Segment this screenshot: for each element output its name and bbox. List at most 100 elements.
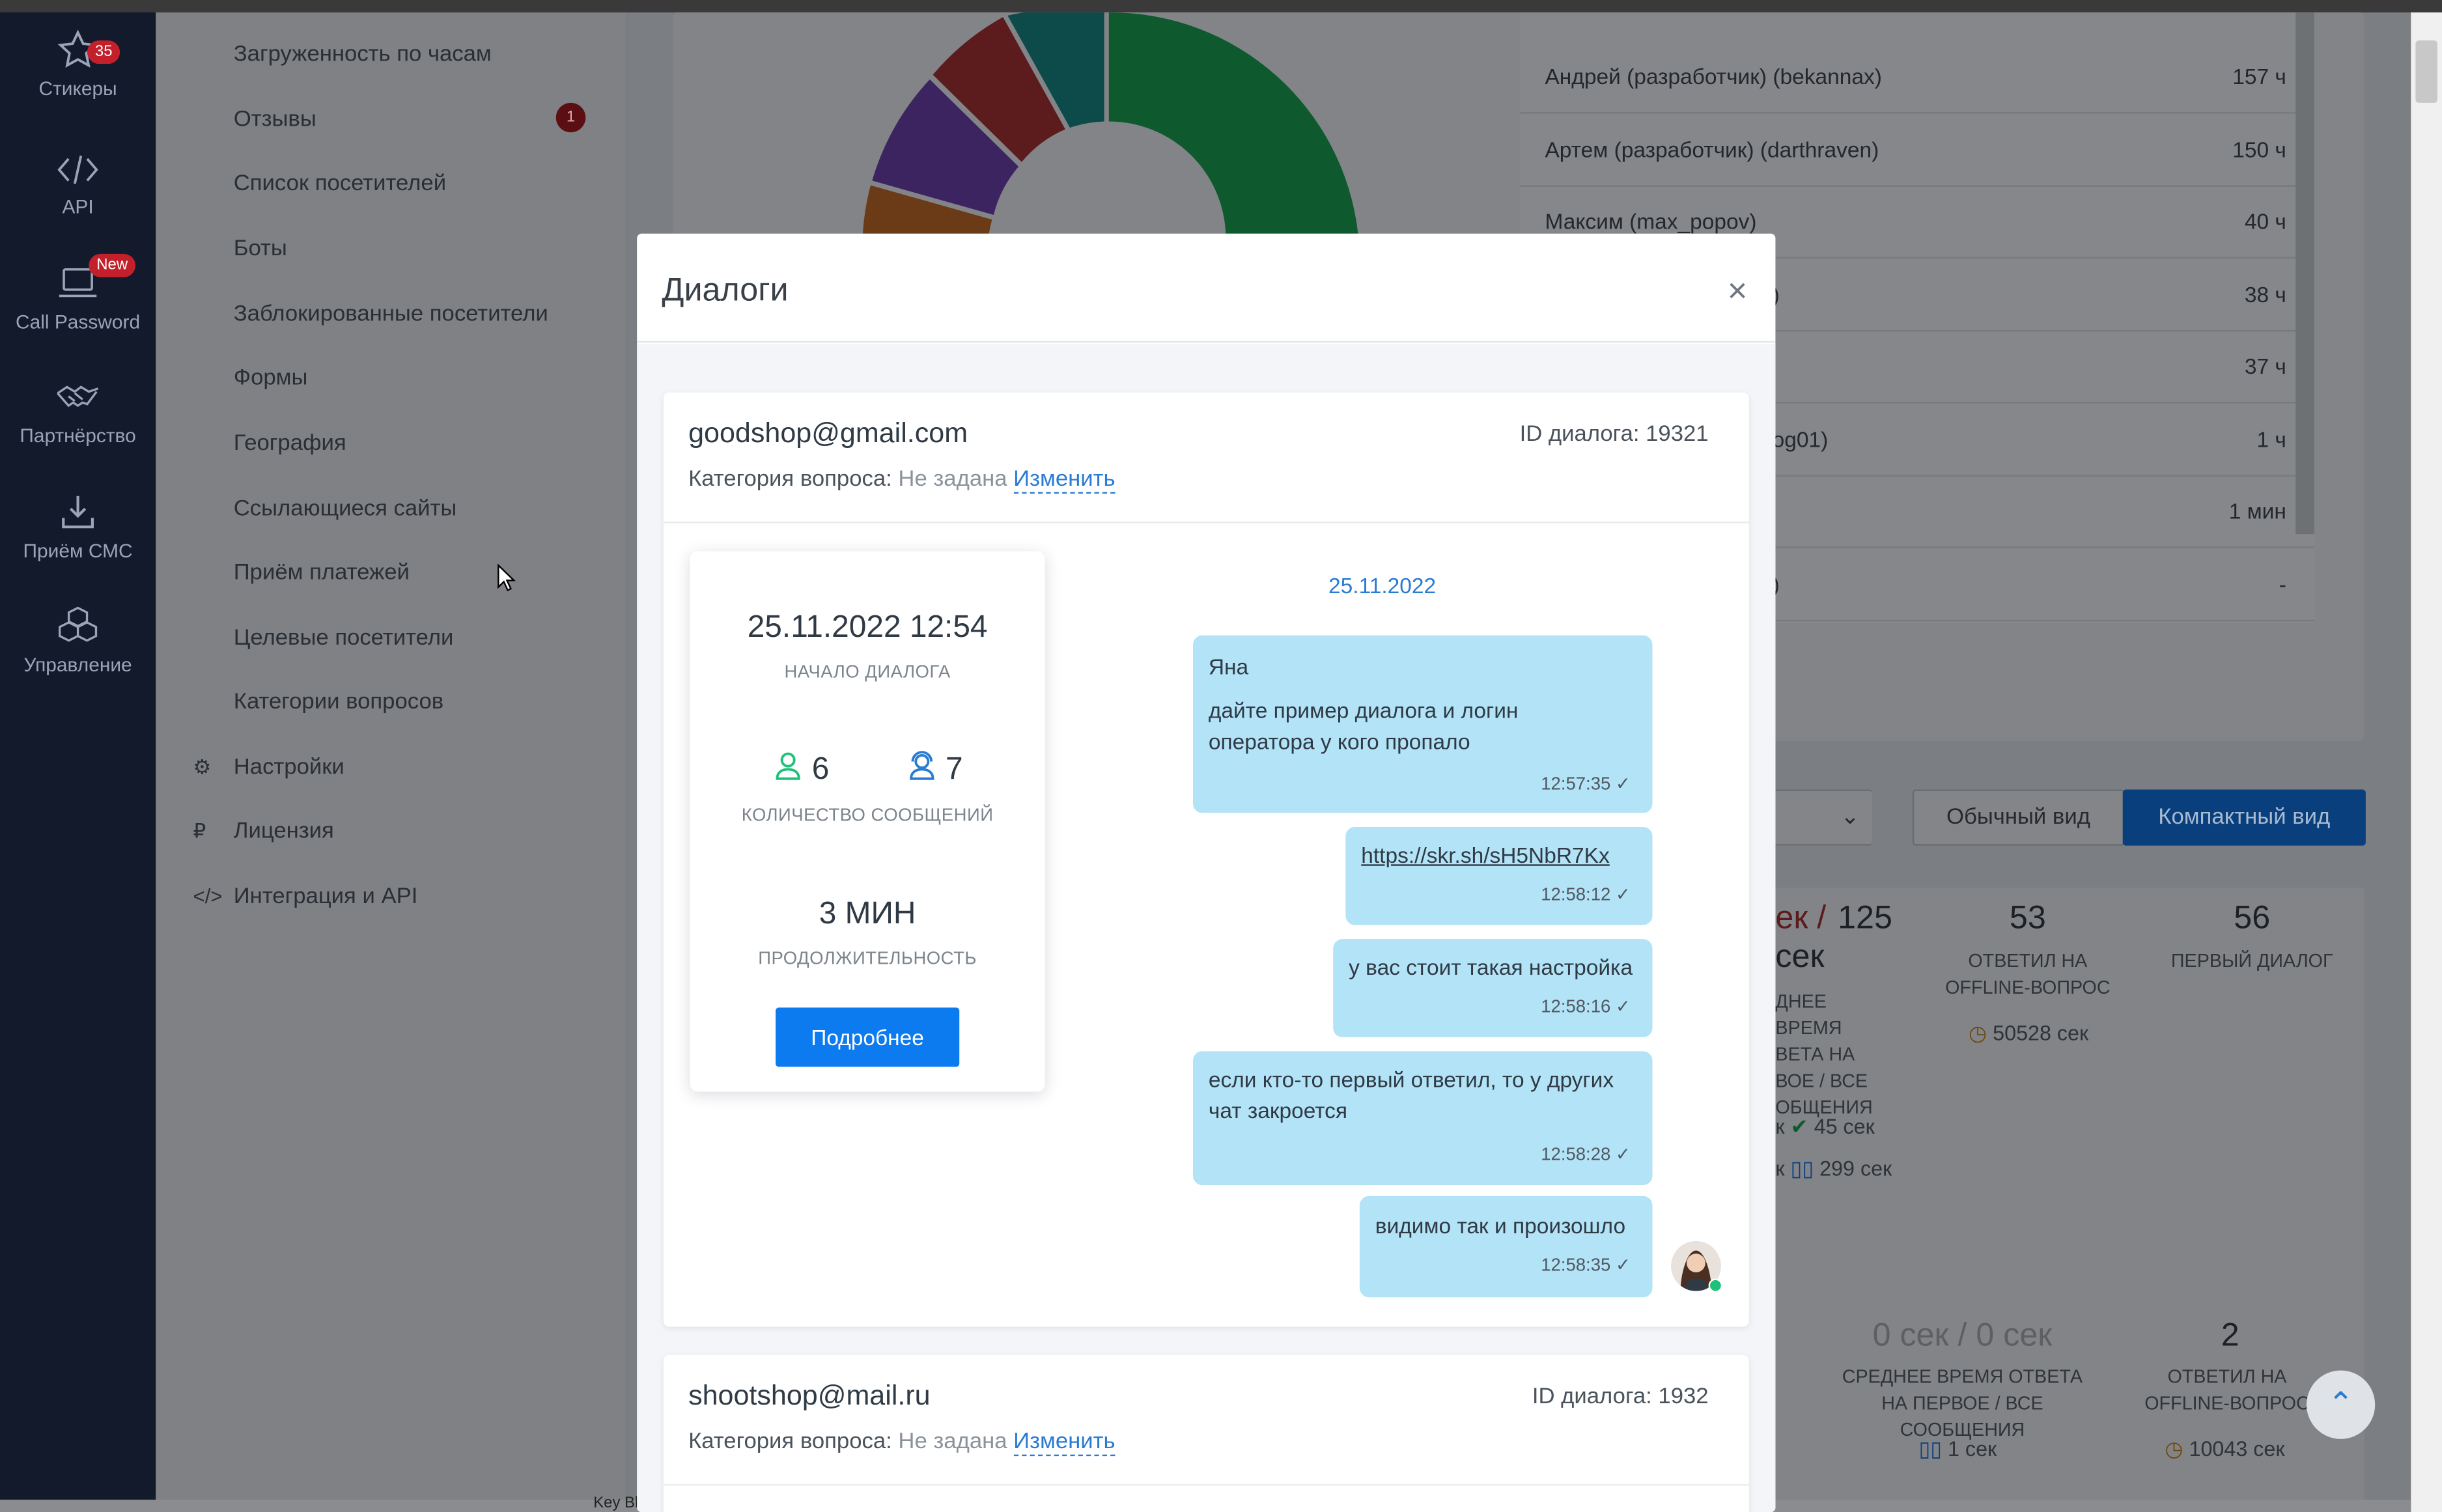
change-category-link[interactable]: Изменить [1013,467,1116,494]
compact-view-button[interactable]: Компактный вид [2122,789,2366,846]
table-row: Артем (разработчик) (darthraven) 150 ч [1520,115,2314,187]
dialog-id: ID диалога: 1932 [1532,1384,1709,1410]
rail-label: Стикеры [38,77,117,100]
menu-item-license[interactable]: Лицензия [234,819,334,844]
message-text: у вас стоит такая настройка [1349,955,1633,980]
chat-date: 25.11.2022 [1328,573,1437,598]
message-text: дайте пример диалога и логин оператора у… [1208,697,1519,754]
scrollbar-thumb[interactable] [2415,40,2437,103]
plain-view-button[interactable]: Обычный вид [1912,789,2125,846]
start-label: НАЧАЛО ДИАЛОГА [784,663,951,682]
message-time: 12:58:16 ✓ [1541,998,1631,1017]
rail-label: Партнёрство [20,425,136,447]
rail-label: API [62,196,94,218]
stat-value: 56 [2234,900,2271,936]
message-counts: 6 7 [690,751,1045,788]
chat-message: если кто-то первый ответил, то у других … [1192,1051,1653,1186]
dialog-id: ID диалога: 19321 [1519,422,1709,447]
menu-item-payments[interactable]: Приём платежей [234,561,410,585]
rail-label: Управление [23,654,132,676]
code-icon: </> [193,884,223,908]
dialog-category: Категория вопроса: Не задана Изменить [688,467,1116,494]
change-category-link[interactable]: Изменить [1013,1429,1116,1457]
rail-item-stickers[interactable]: 35 Стикеры [0,28,156,137]
message-author: Яна [1208,654,1249,679]
operator-icon [906,751,937,787]
chat-message: Яна дайте пример диалога и логин операто… [1192,635,1653,813]
gear-icon: ⚙ [193,755,212,779]
rail-label: Call Password [16,311,141,333]
menu-item-geography[interactable]: География [234,431,346,456]
message-time: 12:58:35 ✓ [1541,1257,1631,1276]
table-row: Андрей (разработчик) (bekannax) 157 ч [1520,42,2314,114]
rail-label: Приём СМС [23,540,133,563]
chat-message: у вас стоит такая настройка 12:58:16 ✓ [1333,939,1653,1037]
rail-item-partnership[interactable]: Партнёрство [0,377,156,486]
page-scrollbar[interactable] [2411,12,2442,1512]
rail-item-management[interactable]: Управление [0,604,156,713]
code-icon [0,150,156,190]
chevron-down-icon: ⌄ [1840,805,1860,830]
stat-value: 0 сек / 0 сек [1872,1317,2053,1354]
menu-item-referrers[interactable]: Ссылающиеся сайты [234,497,457,522]
new-badge: New [89,253,136,277]
close-icon[interactable]: × [1728,271,1748,311]
dialog-email: shootshop@mail.ru [688,1379,931,1411]
scroll-to-top-button[interactable]: ⌃ [2306,1370,2376,1439]
count-label: КОЛИЧЕСТВО СООБЩЕНИЙ [741,806,994,826]
clock-icon: ◷ [2165,1437,2183,1461]
reviews-badge: 1 [555,102,586,133]
divider [663,1484,1749,1486]
chat-message: https://skr.sh/sH5NbR7Kx 12:58:12 ✓ [1345,826,1653,925]
stat-sub: ◷ 10043 сек [2165,1437,2285,1461]
mouse-cursor-icon [497,563,516,600]
visitor-icon [772,752,804,787]
dialog-duration: 3 МИН [819,897,916,932]
menu-item-settings[interactable]: Настройки [234,755,344,780]
menu-item-bots[interactable]: Боты [234,237,287,262]
message-link[interactable]: https://skr.sh/sH5NbR7Kx [1361,839,1609,871]
operator-count: 7 [946,752,963,787]
stat-label: ОТВЕТИЛ НА OFFLINE-ВОПРОС [1945,949,2111,999]
menu-item-visitors[interactable]: Список посетителей [234,171,446,196]
menu-item-forms[interactable]: Формы [234,366,308,391]
star-icon [0,28,156,72]
dialogs-modal: Диалоги × goodshop@gmail.com ID диалога:… [637,233,1776,1512]
rail-item-api[interactable]: API [0,150,156,259]
table-scrollbar[interactable] [2295,12,2314,535]
menu-item-integration[interactable]: Интеграция и API [234,884,418,909]
message-text: видимо так и произошло [1375,1213,1626,1239]
stat-value: 2 [2221,1317,2239,1354]
bars-icon: ▯▯ [1918,1437,1942,1461]
rail-item-call-password[interactable]: New Call Password [0,253,156,371]
menu-item-hourly-load[interactable]: Загруженность по часам [234,42,492,67]
stat-sub: к ▯▯ 299 сек [1775,1156,1892,1181]
menu-item-question-categories[interactable]: Категории вопросов [234,690,443,714]
chat-message: видимо так и произошло 12:58:35 ✓ [1359,1196,1653,1298]
menu-item-reviews[interactable]: Отзывы [234,107,316,132]
stat-value: 125 [1838,900,1892,936]
cubes-icon [0,604,156,648]
divider [663,522,1749,524]
rail-item-sms[interactable]: Приём СМС [0,490,156,599]
menu-item-target-visitors[interactable]: Целевые посетители [234,626,454,651]
message-time: 12:57:35 ✓ [1541,776,1631,794]
download-tray-icon [0,490,156,534]
menu-item-blocked[interactable]: Заблокированные посетители [234,302,548,327]
side-menu: Загруженность по часам Отзывы 1 Список п… [156,12,626,1512]
details-button[interactable]: Подробнее [776,1007,960,1067]
app-canvas: 35 Стикеры API New Call Password Партнёр… [0,0,2442,1512]
clock-icon: ◷ [1968,1021,1987,1045]
top-strip [0,0,2442,13]
duration-label: ПРОДОЛЖИТЕЛЬНОСТЬ [758,949,977,969]
modal-body[interactable]: goodshop@gmail.com ID диалога: 19321 Кат… [637,344,1776,1512]
check-icon: ✔ [1790,1115,1808,1139]
stat-label: СРЕДНЕЕ ВРЕМЯ ОТВЕТА НА ПЕРВОЕ / ВСЕ СОО… [1842,1365,2083,1441]
stat-unit: сек [1775,939,1825,975]
chevron-up-icon: ⌃ [2327,1387,2354,1422]
dialog-summary: 25.11.2022 12:54 НАЧАЛО ДИАЛОГА 6 7 КОЛИ… [690,551,1045,1092]
stat-sub: к ✔ 45 сек [1775,1115,1875,1139]
stat-label: ПЕРВЫЙ ДИАЛОГ [2170,949,2333,972]
dialog-start-time: 25.11.2022 12:54 [747,610,988,645]
modal-title: Диалоги [662,272,789,309]
